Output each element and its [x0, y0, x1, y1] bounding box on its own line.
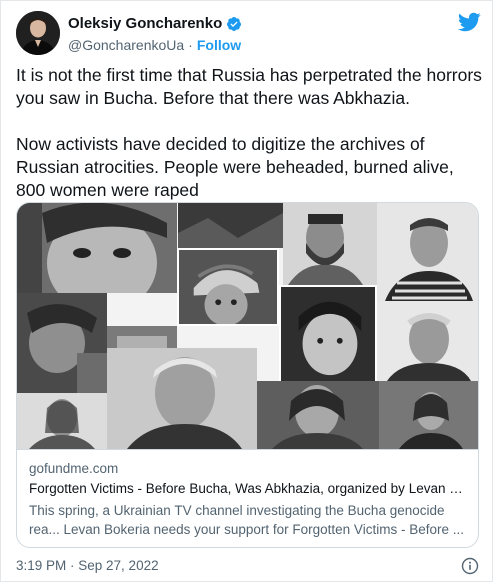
link-domain: gofundme.com [29, 461, 119, 476]
info-icon[interactable] [461, 557, 479, 575]
collage-photo [377, 301, 478, 381]
collage-photo [177, 248, 279, 326]
author-handle[interactable]: @GoncharenkoUa [68, 37, 184, 53]
collage-photo [283, 203, 377, 285]
tweet-header: Oleksiy Goncharenko @GoncharenkoUa · Fol… [16, 11, 481, 55]
collage-photo [279, 285, 377, 383]
link-preview-image[interactable] [17, 203, 478, 449]
collage-photo [17, 293, 107, 393]
author-name[interactable]: Oleksiy Goncharenko [68, 15, 222, 32]
tweet-footer: 3:19 PM · Sep 27, 2022 [16, 556, 481, 576]
tweet-body: It is not the first time that Russia has… [16, 64, 486, 202]
tweet-embed-card: Oleksiy Goncharenko @GoncharenkoUa · Fol… [0, 0, 493, 582]
link-title: Forgotten Victims - Before Bucha, Was Ab… [29, 481, 468, 496]
collage-photo [379, 381, 478, 449]
twitter-bird-icon[interactable] [457, 11, 481, 33]
collage-photo [377, 203, 478, 301]
tweet-paragraph: It is not the first time that Russia has… [16, 65, 482, 108]
tweet-paragraph: Now activists have decided to digitize t… [16, 134, 454, 200]
author-info: Oleksiy Goncharenko @GoncharenkoUa · Fol… [68, 14, 242, 54]
follow-button[interactable]: Follow [197, 37, 241, 53]
link-preview-card[interactable]: gofundme.com Forgotten Victims - Before … [16, 202, 479, 548]
collage-photo [257, 381, 379, 449]
collage-photo [17, 203, 177, 293]
collage-photo [107, 348, 257, 449]
link-description: This spring, a Ukrainian TV channel inve… [29, 503, 464, 537]
verified-badge-icon [226, 16, 242, 32]
link-preview-meta[interactable]: gofundme.com Forgotten Victims - Before … [17, 449, 478, 547]
collage-photo [178, 203, 283, 248]
handle-separator: · [188, 37, 193, 53]
tweet-timestamp[interactable]: 3:19 PM · Sep 27, 2022 [16, 558, 159, 573]
collage-photo [17, 393, 107, 449]
avatar[interactable] [16, 11, 60, 55]
